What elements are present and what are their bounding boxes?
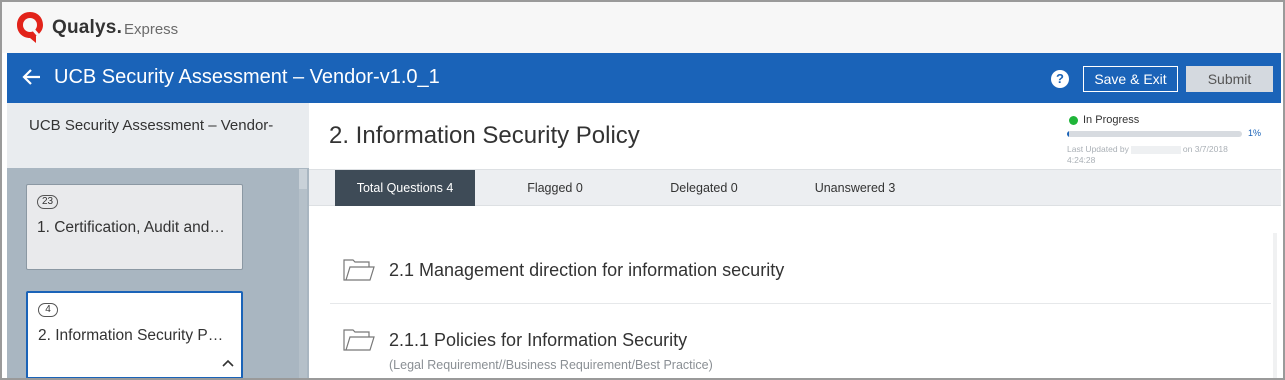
question-count-badge: 4 (38, 303, 58, 317)
chevron-up-icon[interactable] (221, 357, 235, 369)
tab-total-questions[interactable]: Total Questions 4 (335, 170, 475, 206)
brand-bar: Qualys. Express (2, 2, 1283, 53)
section-title: 2.1.1 Policies for Information Security (389, 330, 688, 350)
updated-prefix: Last Updated by (1067, 144, 1129, 154)
progress-percent: 1% (1248, 128, 1262, 138)
progress-fill (1067, 131, 1069, 137)
save-exit-button[interactable]: Save & Exit (1083, 66, 1178, 92)
folder-icon (343, 329, 375, 351)
tab-unanswered[interactable]: Unanswered 3 (805, 170, 905, 206)
sidebar-scroll-thumb[interactable] (299, 169, 307, 189)
main-scrollbar[interactable] (1273, 233, 1277, 378)
assessment-header: UCB Security Assessment – Vendor-v1.0_1 … (7, 53, 1281, 103)
sidebar-title: UCB Security Assessment – Vendor- (29, 117, 274, 134)
tab-flagged[interactable]: Flagged 0 (505, 170, 605, 206)
tab-delegated[interactable]: Delegated 0 (654, 170, 754, 206)
brand-name: Qualys. (52, 17, 123, 38)
updated-date: on 3/7/2018 (1182, 144, 1228, 154)
section-card-information-security[interactable]: 4 2. Information Security P… (26, 291, 243, 378)
qualys-logo-icon (17, 12, 43, 43)
section-row-policies[interactable]: 2.1.1 Policies for Information Security … (330, 328, 1271, 378)
updated-time: 4:24:28 (1067, 155, 1096, 165)
progress-bar (1067, 131, 1242, 137)
status-dot-icon (1069, 116, 1078, 125)
question-filter-tabs: Total Questions 4 Flagged 0 Delegated 0 … (309, 169, 1281, 206)
help-icon[interactable]: ? (1051, 70, 1069, 88)
submit-button[interactable]: Submit (1186, 66, 1273, 92)
section-row-management-direction[interactable]: 2.1 Management direction for information… (330, 258, 1271, 298)
sidebar-header: UCB Security Assessment – Vendor- (7, 103, 309, 168)
page-title: 2. Information Security Policy (329, 122, 640, 149)
main-content: 2. Information Security Policy In Progre… (309, 103, 1281, 378)
brand-product: Express (124, 21, 179, 38)
sidebar: UCB Security Assessment – Vendor- 23 1. … (7, 103, 309, 378)
back-arrow-icon[interactable] (21, 64, 43, 90)
folder-icon (343, 259, 375, 281)
last-updated-text: Last Updated by on 3/7/2018 4:24:28 (1067, 144, 1247, 166)
section-card-label: 2. Information Security P… (38, 327, 224, 344)
question-count-badge: 23 (37, 195, 59, 209)
section-title: 2.1 Management direction for information… (389, 260, 785, 280)
assessment-title: UCB Security Assessment – Vendor-v1.0_1 (54, 66, 440, 88)
status-panel: In Progress 1% Last Updated by on 3/7/201… (1067, 113, 1277, 171)
section-subtitle: (Legal Requirement//Business Requirement… (389, 358, 713, 372)
section-divider (330, 303, 1271, 304)
app-window: Qualys. Express UCB Security Assessment … (0, 0, 1285, 380)
section-card-label: 1. Certification, Audit and… (37, 219, 225, 236)
sidebar-scrollbar[interactable] (299, 169, 307, 378)
status-label: In Progress (1083, 114, 1140, 126)
redacted-user (1130, 145, 1181, 154)
section-card-certification[interactable]: 23 1. Certification, Audit and… (26, 184, 243, 270)
